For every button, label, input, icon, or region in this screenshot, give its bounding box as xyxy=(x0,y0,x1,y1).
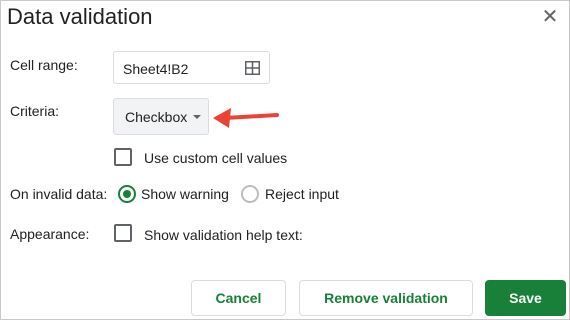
criteria-dropdown[interactable]: Checkbox xyxy=(113,98,209,135)
criteria-selected-value: Checkbox xyxy=(125,109,188,125)
show-warning-radio[interactable] xyxy=(118,185,136,203)
reject-input-label: Reject input xyxy=(265,186,339,202)
cancel-button[interactable]: Cancel xyxy=(191,280,286,316)
grid-select-icon[interactable] xyxy=(245,61,260,75)
cell-range-label: Cell range: xyxy=(10,57,78,73)
reject-input-radio[interactable] xyxy=(241,185,259,203)
chevron-down-icon xyxy=(193,115,201,119)
remove-validation-button[interactable]: Remove validation xyxy=(299,280,473,316)
show-warning-label: Show warning xyxy=(141,186,229,202)
custom-values-label: Use custom cell values xyxy=(144,150,288,166)
criteria-label: Criteria: xyxy=(10,103,60,119)
invalid-data-label: On invalid data: xyxy=(10,186,108,202)
cell-range-value: Sheet4!B2 xyxy=(123,61,189,77)
help-text-checkbox[interactable] xyxy=(114,224,132,242)
annotation-arrow-icon xyxy=(213,108,279,128)
data-validation-dialog: Data validation ✕ Cell range: Sheet4!B2 … xyxy=(0,0,570,320)
help-text-label: Show validation help text: xyxy=(144,227,303,243)
cell-range-input[interactable]: Sheet4!B2 xyxy=(113,51,270,84)
close-icon[interactable]: ✕ xyxy=(539,5,561,28)
save-button[interactable]: Save xyxy=(485,280,566,316)
custom-values-checkbox[interactable] xyxy=(114,148,132,166)
dialog-title: Data validation xyxy=(7,4,153,29)
appearance-label: Appearance: xyxy=(10,226,90,242)
